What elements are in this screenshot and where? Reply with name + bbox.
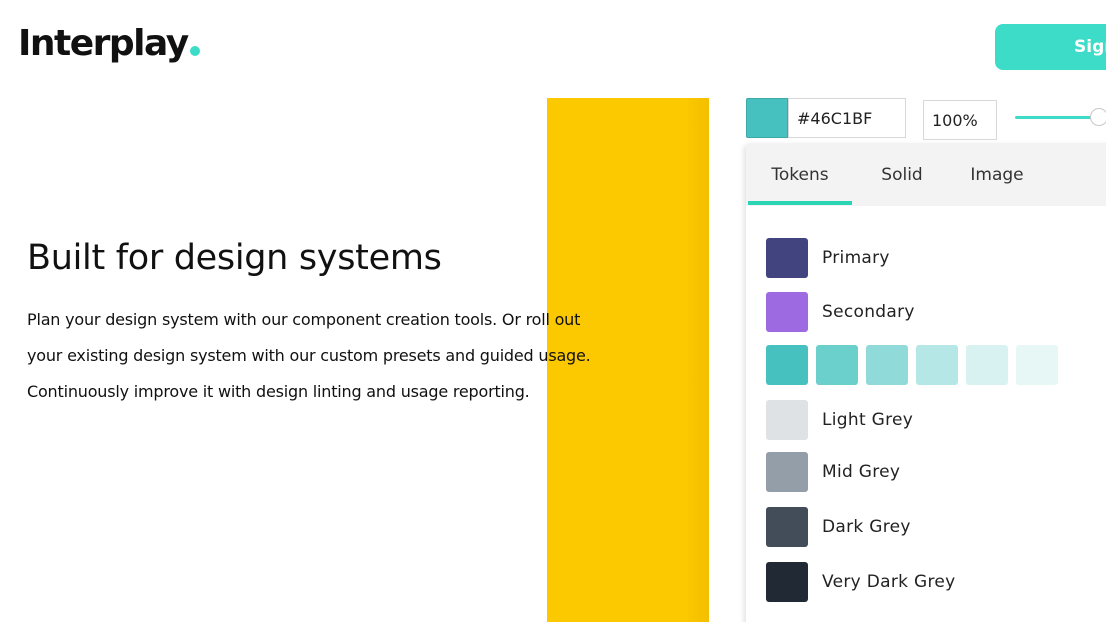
opacity-slider-handle[interactable] xyxy=(1090,108,1106,126)
hex-color-input[interactable] xyxy=(788,98,906,138)
tab-solid[interactable]: Solid xyxy=(866,143,938,206)
hero-description: Plan your design system with our compone… xyxy=(27,302,591,410)
token-label: Mid Grey xyxy=(822,462,901,482)
opacity-input[interactable] xyxy=(923,100,997,140)
opacity-slider-track[interactable] xyxy=(1015,116,1095,119)
token-swatch xyxy=(766,452,808,492)
token-swatch xyxy=(766,292,808,332)
color-picker-panel: Tokens Solid Image Primary Secondary Lig… xyxy=(746,143,1106,622)
shade-swatch[interactable] xyxy=(1016,345,1058,385)
token-swatch xyxy=(766,400,808,440)
shade-swatch[interactable] xyxy=(766,345,808,385)
shade-swatch[interactable] xyxy=(866,345,908,385)
shade-swatch[interactable] xyxy=(966,345,1008,385)
token-label: Secondary xyxy=(822,302,915,322)
hero-description-line: Continuously improve it with design lint… xyxy=(27,382,530,401)
token-label: Very Dark Grey xyxy=(822,572,956,592)
shade-swatch[interactable] xyxy=(916,345,958,385)
token-light-grey[interactable]: Light Grey xyxy=(766,399,913,441)
shade-row xyxy=(766,345,1066,385)
token-label: Light Grey xyxy=(822,410,914,430)
signup-button-label: Sign xyxy=(1074,37,1106,57)
hero-description-line: your existing design system with our cus… xyxy=(27,346,591,365)
hero-description-line: Plan your design system with our compone… xyxy=(27,310,581,329)
token-mid-grey[interactable]: Mid Grey xyxy=(766,451,900,493)
shade-swatch[interactable] xyxy=(816,345,858,385)
token-dark-grey[interactable]: Dark Grey xyxy=(766,506,911,548)
active-tab-indicator xyxy=(748,201,852,205)
picker-tabs: Tokens Solid Image xyxy=(746,143,1106,206)
logo-text: Interplay xyxy=(18,23,189,64)
page: Interplay Sign Built for design systems … xyxy=(0,0,1106,622)
tab-image[interactable]: Image xyxy=(960,143,1034,206)
token-swatch xyxy=(766,562,808,602)
token-swatch xyxy=(766,238,808,278)
current-color-swatch[interactable] xyxy=(746,98,788,138)
token-swatch xyxy=(766,507,808,547)
signup-button[interactable]: Sign xyxy=(995,24,1106,70)
token-label: Dark Grey xyxy=(822,517,911,537)
tab-tokens[interactable]: Tokens xyxy=(748,143,852,206)
token-label: Primary xyxy=(822,248,890,268)
logo-dot-icon xyxy=(189,46,200,56)
logo[interactable]: Interplay xyxy=(18,20,200,64)
token-secondary[interactable]: Secondary xyxy=(766,291,915,333)
hero-title: Built for design systems xyxy=(27,238,442,278)
token-primary[interactable]: Primary xyxy=(766,237,890,279)
token-very-dark-grey[interactable]: Very Dark Grey xyxy=(766,561,955,603)
